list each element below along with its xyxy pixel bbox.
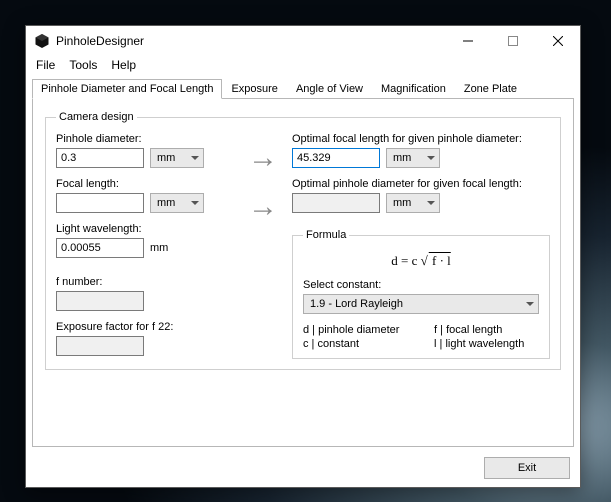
menu-tools[interactable]: Tools <box>69 58 97 72</box>
unit-optimal-focal[interactable]: mm <box>386 148 440 168</box>
menu-help[interactable]: Help <box>111 58 136 72</box>
input-pinhole-diameter[interactable] <box>56 148 144 168</box>
label-exposure-factor: Exposure factor for f 22: <box>56 321 234 333</box>
tab-magnification[interactable]: Magnification <box>372 79 455 99</box>
camera-design-legend: Camera design <box>56 111 137 123</box>
formula-legend-grid: d | pinhole diameter f | focal length c … <box>303 324 539 350</box>
output-optimal-focal[interactable] <box>292 148 380 168</box>
tab-pinhole-diameter[interactable]: Pinhole Diameter and Focal Length <box>32 79 222 99</box>
unit-pinhole-diameter[interactable]: mm <box>150 148 204 168</box>
tab-panel: Camera design Pinhole diameter: mm Focal… <box>32 98 574 447</box>
arrow-right-icon: → <box>248 197 278 217</box>
minimize-icon <box>463 36 473 46</box>
menu-file[interactable]: File <box>36 58 55 72</box>
select-constant[interactable]: 1.9 - Lord Rayleigh <box>303 294 539 314</box>
legend-c: c | constant <box>303 338 414 350</box>
label-light-wavelength: Light wavelength: <box>56 223 234 235</box>
chevron-down-icon <box>427 201 435 205</box>
unit-light-wavelength: mm <box>150 242 168 254</box>
legend-f: f | focal length <box>434 324 539 336</box>
arrow-right-icon: → <box>248 148 278 168</box>
label-focal-length: Focal length: <box>56 178 234 190</box>
footer: Exit <box>26 453 580 487</box>
output-optimal-diameter <box>292 193 380 213</box>
legend-l: l | light wavelength <box>434 338 539 350</box>
app-icon <box>34 33 50 49</box>
tab-angle-of-view[interactable]: Angle of View <box>287 79 372 99</box>
label-select-constant: Select constant: <box>303 279 539 291</box>
legend-d: d | pinhole diameter <box>303 324 414 336</box>
tab-exposure[interactable]: Exposure <box>222 79 286 99</box>
input-focal-length[interactable] <box>56 193 144 213</box>
chevron-down-icon <box>427 156 435 160</box>
select-constant-value: 1.9 - Lord Rayleigh <box>310 298 403 310</box>
menubar: File Tools Help <box>26 56 580 76</box>
formula-group: Formula d = c √ f · l Select constant: 1… <box>292 229 550 359</box>
close-button[interactable] <box>535 26 580 56</box>
chevron-down-icon <box>526 302 534 306</box>
close-icon <box>553 36 563 46</box>
unit-optimal-diameter[interactable]: mm <box>386 193 440 213</box>
output-exposure-factor <box>56 336 144 356</box>
label-optimal-focal: Optimal focal length for given pinhole d… <box>292 133 550 145</box>
titlebar[interactable]: PinholeDesigner <box>26 26 580 56</box>
label-f-number: f number: <box>56 276 234 288</box>
unit-focal-length[interactable]: mm <box>150 193 204 213</box>
chevron-down-icon <box>191 201 199 205</box>
chevron-down-icon <box>191 156 199 160</box>
maximize-icon <box>508 36 518 46</box>
input-light-wavelength[interactable] <box>56 238 144 258</box>
formula-legend: Formula <box>303 229 349 241</box>
camera-design-group: Camera design Pinhole diameter: mm Focal… <box>45 111 561 370</box>
label-optimal-diameter: Optimal pinhole diameter for given focal… <box>292 178 550 190</box>
tabstrip: Pinhole Diameter and Focal Length Exposu… <box>26 76 580 98</box>
window-title: PinholeDesigner <box>56 34 144 48</box>
label-pinhole-diameter: Pinhole diameter: <box>56 133 234 145</box>
app-window: PinholeDesigner File Tools Help Pinhole … <box>25 25 581 488</box>
formula-equation: d = c √ f · l <box>303 253 539 269</box>
tab-zone-plate[interactable]: Zone Plate <box>455 79 526 99</box>
output-f-number <box>56 291 144 311</box>
maximize-button[interactable] <box>490 26 535 56</box>
minimize-button[interactable] <box>445 26 490 56</box>
exit-button[interactable]: Exit <box>484 457 570 479</box>
